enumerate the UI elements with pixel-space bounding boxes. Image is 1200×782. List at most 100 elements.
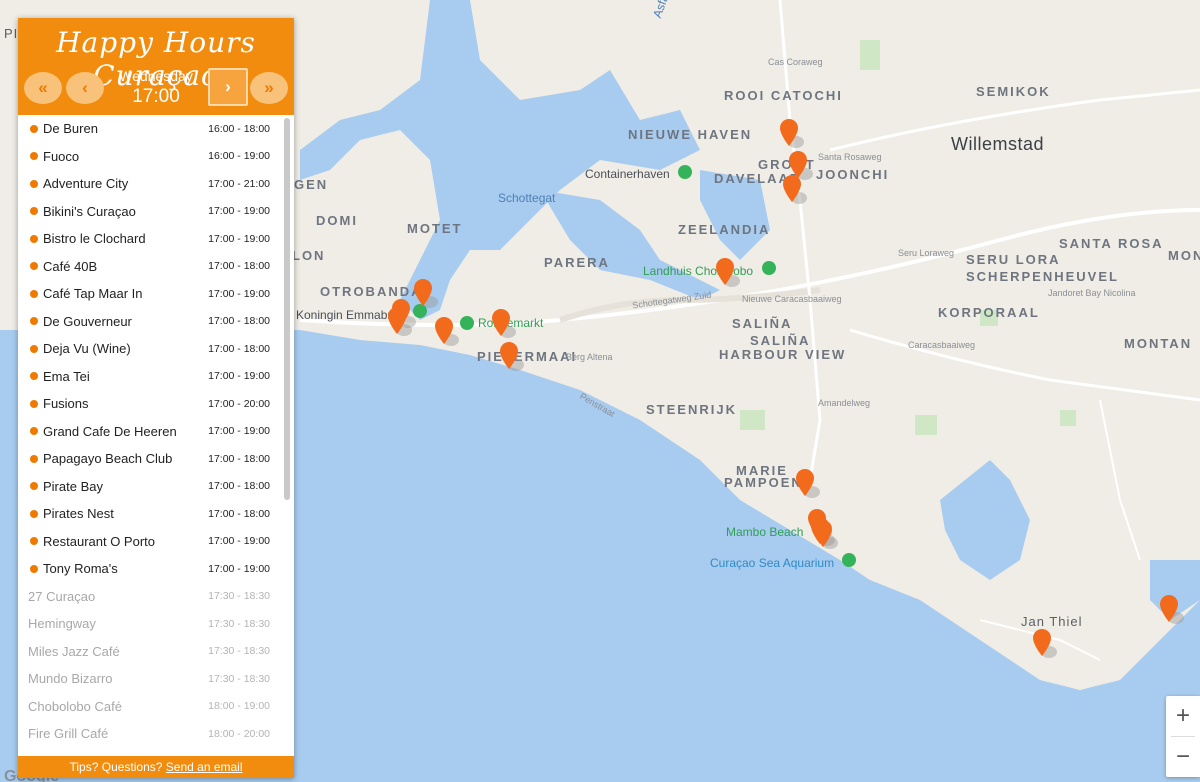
map-label-semikok: SEMIKOK (976, 84, 1051, 99)
place-row[interactable]: Café 40B 17:00 - 18:00 (18, 253, 294, 281)
map-label-pi: PI (4, 26, 19, 41)
map-marker-icon[interactable] (492, 308, 516, 338)
last-day-button[interactable]: » (250, 72, 288, 104)
map-label-motet: MOTET (407, 221, 463, 236)
place-name: Deja Vu (Wine) (43, 341, 131, 357)
map-marker-icon[interactable] (388, 306, 412, 336)
place-row[interactable]: Fire Grill Café 18:00 - 20:00 (18, 720, 294, 748)
place-name: Pirates Nest (43, 506, 114, 522)
map-marker-icon[interactable] (780, 118, 804, 148)
map-label-amandelweg: Amandelweg (818, 398, 871, 408)
active-dot-icon (30, 509, 38, 518)
map-label-mon: MON (1168, 248, 1200, 263)
active-dot-icon (30, 262, 38, 271)
place-row[interactable]: Fusions 17:00 - 20:00 (18, 390, 294, 418)
map-label-sea-aquarium: Curaçao Sea Aquarium (710, 556, 835, 570)
map-label-harbour-view: HARBOUR VIEW (719, 347, 847, 362)
place-hours: 17:30 - 18:30 (208, 590, 270, 603)
place-hours: 17:30 - 18:30 (208, 672, 270, 685)
place-name: Bikini's Curaçao (43, 203, 136, 219)
map-label-jan-thiel: Jan Thiel (1021, 614, 1083, 629)
place-hours: 17:00 - 18:00 (208, 342, 270, 355)
map-label-nieuwe-caracasbaaiweg: Nieuwe Caracasbaaiweg (742, 294, 842, 304)
place-hours: 17:00 - 19:00 (208, 370, 270, 383)
place-row[interactable]: Ema Tei 17:00 - 19:00 (18, 363, 294, 391)
first-day-button[interactable]: « (24, 72, 62, 104)
map-marker-icon[interactable] (1160, 594, 1184, 624)
place-name: Tony Roma's (43, 561, 118, 577)
map-label-pietermaai: PIETERMAAI (477, 349, 578, 364)
place-row[interactable]: 27 Curaçao 17:30 - 18:30 (18, 583, 294, 611)
active-dot-icon (30, 564, 38, 573)
place-row[interactable]: Restaurant O Porto 17:00 - 19:00 (18, 528, 294, 556)
map-marker-icon[interactable] (435, 316, 459, 346)
place-hours: 16:00 - 19:00 (208, 150, 270, 163)
place-hours: 17:00 - 19:00 (208, 535, 270, 548)
map-marker-icon[interactable] (414, 278, 438, 308)
place-row[interactable]: Papagayo Beach Club 17:00 - 18:00 (18, 445, 294, 473)
place-row[interactable]: Grand Cafe De Heeren 17:00 - 19:00 (18, 418, 294, 446)
place-hours: 17:00 - 19:00 (208, 287, 270, 300)
previous-time-button[interactable]: ‹ (66, 72, 104, 104)
place-row[interactable]: Bikini's Curaçao 17:00 - 19:00 (18, 198, 294, 226)
map-label-schottegat: Schottegat (498, 191, 556, 205)
map-marker-icon[interactable] (796, 468, 820, 498)
place-row[interactable]: De Gouverneur 17:00 - 18:00 (18, 308, 294, 336)
place-name: 27 Curaçao (28, 588, 96, 604)
place-name: Restaurant O Porto (43, 533, 155, 549)
place-row[interactable]: Miles Jazz Café 17:30 - 18:30 (18, 638, 294, 666)
map-marker-icon[interactable] (1033, 628, 1057, 658)
map-label-seru-loraweg: Seru Loraweg (898, 248, 955, 258)
place-row[interactable]: Hemingway 17:30 - 18:30 (18, 610, 294, 638)
map-label-cas-coraweg: Cas Coraweg (768, 57, 823, 67)
poi-icon (762, 261, 776, 275)
place-row[interactable]: Fuoco 16:00 - 19:00 (18, 143, 294, 171)
footer-text: Tips? Questions? (69, 760, 166, 774)
map-marker-icon[interactable] (500, 341, 524, 371)
map-label-joonchi: JOONCHI (816, 167, 890, 182)
place-hours: 17:00 - 19:00 (208, 205, 270, 218)
active-dot-icon (30, 427, 38, 436)
map-label-pampoen: PAMPOEN (724, 475, 803, 490)
place-name: Ema Tei (43, 368, 90, 384)
place-hours: 17:00 - 18:00 (208, 507, 270, 520)
place-name: Grand Cafe De Heeren (43, 423, 177, 439)
zoom-control: + − (1166, 696, 1200, 777)
place-row[interactable]: Chobolobo Café 18:00 - 19:00 (18, 693, 294, 721)
map-marker-icon[interactable] (716, 257, 740, 287)
place-row[interactable]: Tony Roma's 17:00 - 19:00 (18, 555, 294, 583)
place-row[interactable]: Pirate Bay 17:00 - 18:00 (18, 473, 294, 501)
next-time-button[interactable]: › (208, 68, 248, 106)
place-name: Café Tap Maar In (43, 286, 143, 302)
place-row[interactable]: Pirates Nest 17:00 - 18:00 (18, 500, 294, 528)
happy-hour-list[interactable]: De Buren 16:00 - 18:00 Fuoco 16:00 - 19:00 A… (18, 115, 294, 756)
place-row[interactable]: Adventure City 17:00 - 21:00 (18, 170, 294, 198)
list-scrollbar[interactable] (284, 118, 290, 500)
place-name: Bistro le Clochard (43, 231, 146, 247)
place-name: Papagayo Beach Club (43, 451, 173, 467)
map-marker-icon[interactable] (783, 174, 807, 204)
map-label-otrobanda: OTROBANDA (320, 284, 423, 299)
map-label-zeelandia: ZEELANDIA (678, 222, 771, 237)
place-hours: 17:30 - 18:30 (208, 645, 270, 658)
map-marker-icon[interactable] (814, 519, 838, 549)
poi-icon (460, 316, 474, 330)
active-dot-icon (30, 152, 38, 161)
place-row[interactable]: Mundo Bizarro 17:30 - 18:30 (18, 665, 294, 693)
current-day: Wednesday (119, 68, 193, 84)
place-row[interactable]: Café Tap Maar In 17:00 - 19:00 (18, 280, 294, 308)
place-hours: 17:30 - 18:30 (208, 617, 270, 630)
place-hours: 17:00 - 18:00 (208, 260, 270, 273)
active-dot-icon (30, 317, 38, 326)
map-label-parera: PARERA (544, 255, 610, 270)
map-label-steenrijk: STEENRIJK (646, 402, 737, 417)
place-row[interactable]: Deja Vu (Wine) 17:00 - 18:00 (18, 335, 294, 363)
place-row[interactable]: De Buren 16:00 - 18:00 (18, 115, 294, 143)
map-label-willemstad: Willemstad (951, 134, 1045, 154)
zoom-out-button[interactable]: − (1166, 737, 1200, 777)
place-hours: 17:00 - 18:00 (208, 452, 270, 465)
zoom-in-button[interactable]: + (1166, 696, 1200, 736)
active-dot-icon (30, 179, 38, 188)
send-email-link[interactable]: Send an email (166, 760, 243, 774)
place-row[interactable]: Bistro le Clochard 17:00 - 19:00 (18, 225, 294, 253)
